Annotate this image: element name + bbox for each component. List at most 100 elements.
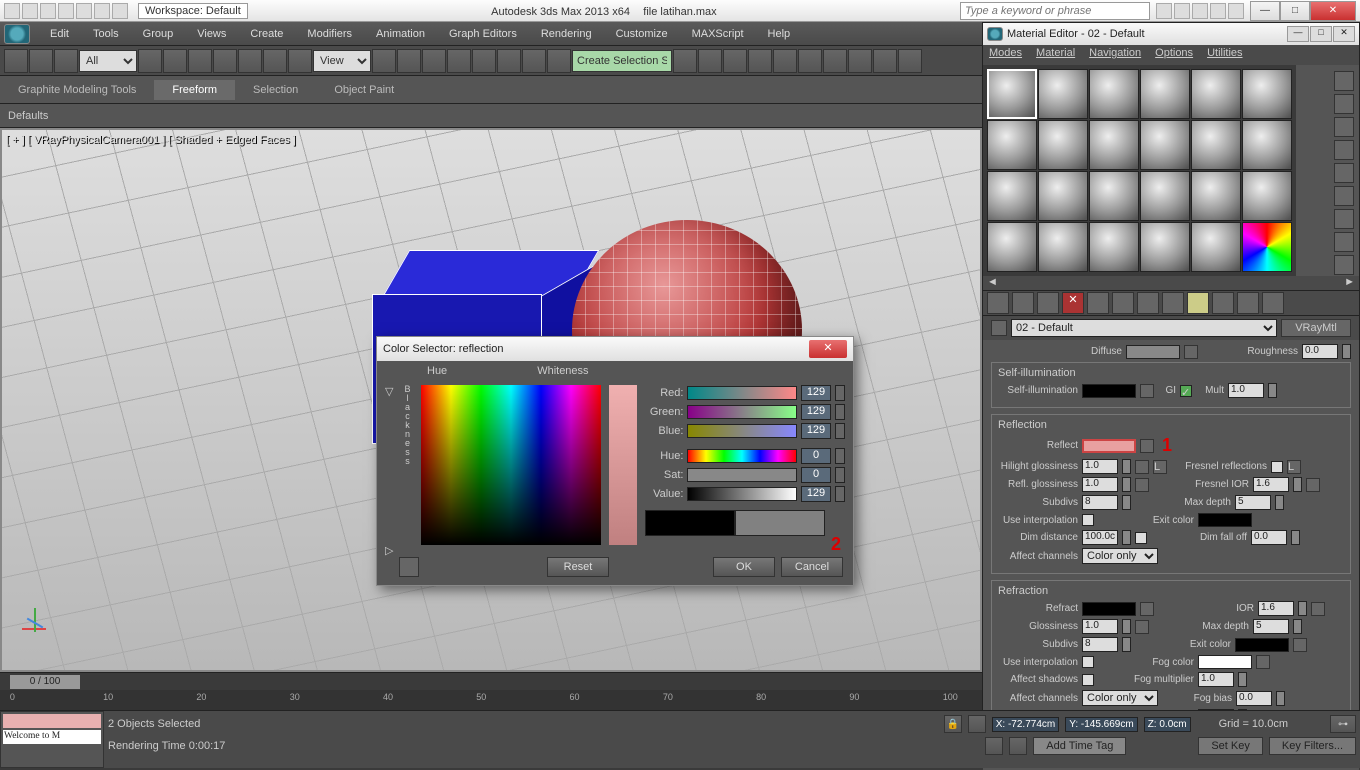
lock-icon[interactable]: 🔒 [944, 715, 962, 733]
z-coord[interactable]: Z: 0.0cm [1144, 717, 1191, 732]
time-ruler[interactable]: 0102030405060708090100 [0, 690, 982, 710]
curve-editor-icon[interactable] [773, 49, 797, 73]
mult-spinner[interactable] [1268, 383, 1277, 398]
menu-modifiers[interactable]: Modifiers [295, 25, 364, 43]
qat-more-icon[interactable] [112, 3, 128, 19]
slot-20[interactable] [1038, 222, 1088, 272]
window-crossing-icon[interactable] [213, 49, 237, 73]
backlight-icon[interactable] [1334, 94, 1354, 114]
minimize-button[interactable]: — [1250, 1, 1280, 21]
fogmult-spinner[interactable] [1238, 672, 1247, 687]
mat-id-icon[interactable] [1162, 292, 1184, 314]
rotate-icon[interactable] [263, 49, 287, 73]
snap-2d-icon[interactable] [447, 49, 471, 73]
scale-icon[interactable] [288, 49, 312, 73]
green-spinner[interactable] [835, 404, 845, 420]
tab-object-paint[interactable]: Object Paint [316, 80, 412, 100]
key-filters-button[interactable]: Key Filters... [1269, 737, 1356, 755]
slot-21[interactable] [1089, 222, 1139, 272]
tab-graphite[interactable]: Graphite Modeling Tools [0, 80, 154, 100]
qat-save-icon[interactable] [40, 3, 56, 19]
maxdepth-spinner[interactable] [1275, 495, 1284, 510]
mated-menu-material[interactable]: Material [1036, 47, 1075, 63]
schematic-icon[interactable] [798, 49, 822, 73]
sat-spinner[interactable] [835, 467, 845, 483]
ior-map[interactable] [1311, 602, 1325, 616]
pick-material-icon[interactable] [991, 320, 1007, 336]
binoculars-icon[interactable] [1156, 3, 1172, 19]
red-value[interactable]: 129 [801, 385, 831, 401]
roughness-spinner[interactable] [1342, 344, 1351, 359]
qat-redo-icon[interactable] [76, 3, 92, 19]
sat-slider[interactable] [687, 468, 797, 482]
snap-percent-icon[interactable] [497, 49, 521, 73]
prompt-icon[interactable] [985, 737, 1003, 755]
mat-map-nav-icon[interactable] [1334, 255, 1354, 275]
menu-help[interactable]: Help [756, 25, 803, 43]
menu-group[interactable]: Group [131, 25, 186, 43]
time-slider-handle[interactable]: 0 / 100 [10, 675, 80, 689]
mirror-icon[interactable] [673, 49, 697, 73]
slot-8[interactable] [1038, 120, 1088, 170]
viewport-label[interactable]: [ + ] [ VRayPhysicalCamera001 ] [ Shaded… [6, 134, 296, 146]
material-name-dropdown[interactable]: 02 - Default [1011, 319, 1277, 337]
value-slider[interactable] [687, 487, 797, 501]
mated-menu-modes[interactable]: Modes [989, 47, 1022, 63]
hilight-spinner[interactable] [1122, 459, 1131, 474]
hue-picker[interactable] [421, 385, 601, 545]
render-frame-icon[interactable] [873, 49, 897, 73]
blue-spinner[interactable] [835, 423, 845, 439]
mated-menu-options[interactable]: Options [1155, 47, 1193, 63]
menu-customize[interactable]: Customize [604, 25, 680, 43]
slot-15[interactable] [1089, 171, 1139, 221]
reset-button[interactable]: Reset [547, 557, 609, 577]
diffuse-swatch[interactable] [1126, 345, 1180, 359]
selfillum-swatch[interactable] [1082, 384, 1136, 398]
maxscript-mini[interactable]: Welcome to M [0, 711, 104, 768]
hue-spinner[interactable] [835, 448, 845, 464]
slot-5[interactable] [1191, 69, 1241, 119]
sample-uv-icon[interactable] [1334, 140, 1354, 160]
material-type-button[interactable]: VRayMtl [1281, 319, 1351, 337]
reflgloss-value[interactable]: 1.0 [1082, 477, 1118, 492]
color-dialog-titlebar[interactable]: Color Selector: reflection ✕ [377, 337, 853, 361]
subdivs-value[interactable]: 8 [1082, 495, 1118, 510]
reflect-swatch[interactable] [1082, 439, 1136, 453]
help-search-input[interactable] [960, 2, 1150, 20]
whiteness-slider[interactable] [609, 385, 637, 545]
affect2-dropdown[interactable]: Color only [1082, 690, 1158, 706]
slot-19[interactable] [987, 222, 1037, 272]
background-icon[interactable] [1334, 117, 1354, 137]
gloss-map[interactable] [1135, 620, 1149, 634]
ok-button[interactable]: OK [713, 557, 775, 577]
green-value[interactable]: 129 [801, 404, 831, 420]
slot-6[interactable] [1242, 69, 1292, 119]
move-icon[interactable] [238, 49, 262, 73]
make-unique-icon[interactable] [1112, 292, 1134, 314]
fogbias-value[interactable]: 0.0 [1236, 691, 1272, 706]
fresnelior-spinner[interactable] [1293, 477, 1302, 492]
graphite-icon[interactable] [748, 49, 772, 73]
autokey-toggle[interactable]: ⊶ [1330, 715, 1356, 733]
mated-menu-utilities[interactable]: Utilities [1207, 47, 1242, 63]
ior-spinner[interactable] [1298, 601, 1307, 616]
add-time-tag-button[interactable]: Add Time Tag [1033, 737, 1126, 755]
select-name-icon[interactable] [163, 49, 187, 73]
useinterp-checkbox[interactable] [1082, 514, 1094, 526]
select-by-mat-icon[interactable] [1334, 232, 1354, 252]
slot-14[interactable] [1038, 171, 1088, 221]
menu-animation[interactable]: Animation [364, 25, 437, 43]
mated-min-button[interactable]: — [1287, 26, 1309, 42]
roughness-value[interactable]: 0.0 [1302, 344, 1338, 359]
ior-value[interactable]: 1.6 [1258, 601, 1294, 616]
menu-create[interactable]: Create [238, 25, 295, 43]
tab-selection[interactable]: Selection [235, 80, 316, 100]
menu-views[interactable]: Views [185, 25, 238, 43]
select-link-icon[interactable] [4, 49, 28, 73]
key-icon[interactable] [1174, 3, 1190, 19]
edit-named-sel-icon[interactable] [547, 49, 571, 73]
green-slider[interactable] [687, 405, 797, 419]
fresnel-lock[interactable]: L [1287, 460, 1301, 474]
exitcolor-swatch[interactable] [1198, 513, 1252, 527]
selfillum-map[interactable] [1140, 384, 1154, 398]
